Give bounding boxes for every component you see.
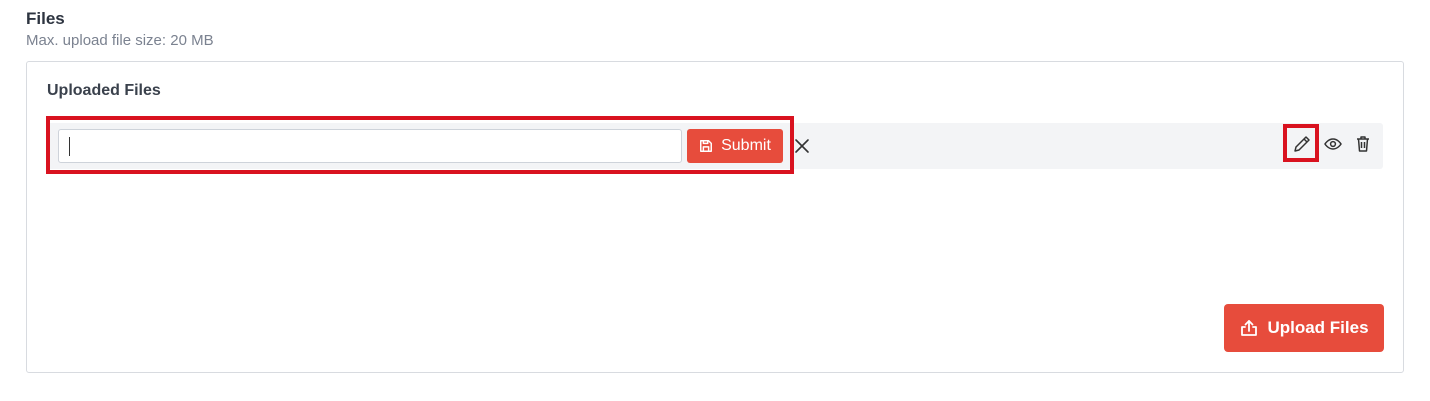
files-section-subtitle: Max. upload file size: 20 MB (26, 32, 214, 49)
submit-label: Submit (721, 137, 771, 154)
trash-icon[interactable] (1353, 134, 1373, 154)
close-icon[interactable] (793, 137, 811, 155)
save-icon (699, 139, 713, 153)
uploaded-files-title: Uploaded Files (47, 82, 161, 99)
eye-icon[interactable] (1323, 134, 1343, 154)
upload-files-label: Upload Files (1267, 318, 1369, 337)
files-section-title: Files (26, 9, 65, 28)
file-name-input[interactable] (58, 129, 682, 163)
text-caret (69, 137, 70, 156)
pencil-icon[interactable] (1292, 134, 1312, 154)
share-upload-icon (1239, 318, 1259, 338)
upload-files-button[interactable]: Upload Files (1224, 304, 1384, 352)
submit-button[interactable]: Submit (687, 129, 783, 163)
uploaded-files-card: Uploaded Files Submit Upload Files (26, 61, 1404, 373)
